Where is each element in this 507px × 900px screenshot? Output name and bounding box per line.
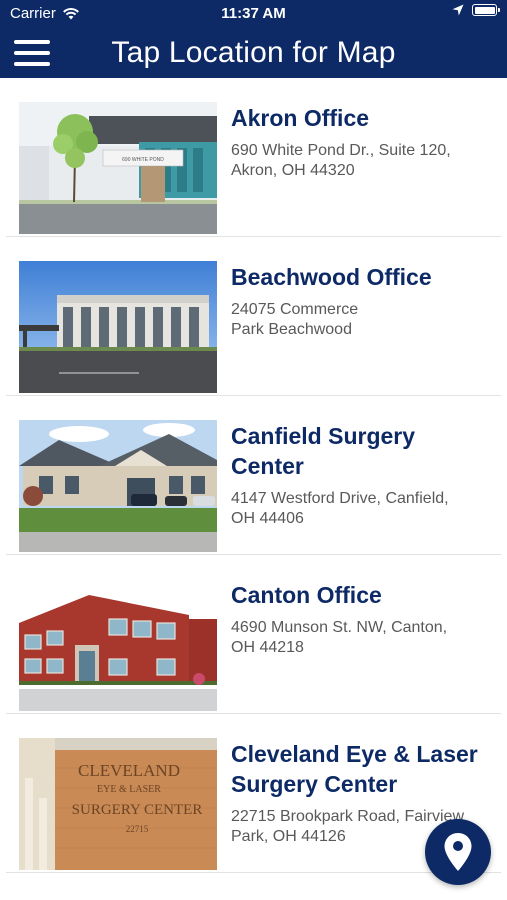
location-name: Cleveland Eye & Laser Surgery Center [231,741,478,797]
address-line-2: OH 44218 [231,639,304,656]
cleveland-photo-sign-line4: 22715 [126,824,149,834]
location-row-akron[interactable]: 690 WHITE POND Akron Office 690 White Po… [6,78,501,237]
address-line-2: Akron, OH 44320 [231,162,355,179]
status-bar: Carrier 11:37 AM [0,0,507,28]
location-photo-beachwood [19,261,217,393]
location-info-canton: Canton Office 4690 Munson St. NW, Canton… [231,580,487,658]
location-address: 690 White Pond Dr., Suite 120, Akron, OH… [231,141,487,181]
location-address: 4147 Westford Drive, Canfield, OH 44406 [231,489,487,529]
cleveland-photo-sign-line3: SURGERY CENTER [72,802,203,818]
status-icons [452,4,500,16]
cleveland-photo-sign-line1: CLEVELAND [78,761,180,780]
location-name: Akron Office [231,105,370,131]
location-arrow-icon [452,4,464,16]
location-address: 24075 Commerce Park Beachwood [231,300,487,340]
location-info-akron: Akron Office 690 White Pond Dr., Suite 1… [231,103,487,181]
location-photo-akron: 690 WHITE POND [19,102,217,234]
address-line-2: OH 44406 [231,510,304,527]
address-line-1: 24075 Commerce [231,301,359,318]
page-title: Tap Location for Map [111,36,396,69]
map-pin-icon [444,833,472,871]
location-row-canton[interactable]: Canton Office 4690 Munson St. NW, Canton… [6,555,501,714]
location-list: 690 WHITE POND Akron Office 690 White Po… [0,78,507,873]
battery-icon [472,4,500,16]
clock: 11:37 AM [221,5,286,22]
location-name: Canfield Surgery Center [231,423,416,479]
location-photo-canton [19,579,217,711]
address-line-2: Park Beachwood [231,321,352,338]
location-name: Beachwood Office [231,264,432,290]
address-line-1: 690 White Pond Dr., Suite 120, [231,142,451,159]
location-photo-canfield [19,420,217,552]
location-info-canfield: Canfield Surgery Center 4147 Westford Dr… [231,421,487,529]
location-info-beachwood: Beachwood Office 24075 Commerce Park Bea… [231,262,487,340]
address-line-1: 4690 Munson St. NW, Canton, [231,619,448,636]
map-button[interactable] [425,819,491,885]
location-name: Canton Office [231,582,382,608]
location-photo-cleveland: CLEVELAND EYE & LASER SURGERY CENTER 227… [19,738,217,870]
cleveland-photo-sign-line2: EYE & LASER [97,784,161,795]
location-address: 4690 Munson St. NW, Canton, OH 44218 [231,618,487,658]
navigation-bar: Tap Location for Map [0,28,507,78]
akron-photo-sign: 690 WHITE POND [122,157,164,163]
location-row-beachwood[interactable]: Beachwood Office 24075 Commerce Park Bea… [6,237,501,396]
address-line-1: 4147 Westford Drive, Canfield, [231,490,449,507]
location-row-canfield[interactable]: Canfield Surgery Center 4147 Westford Dr… [6,396,501,555]
